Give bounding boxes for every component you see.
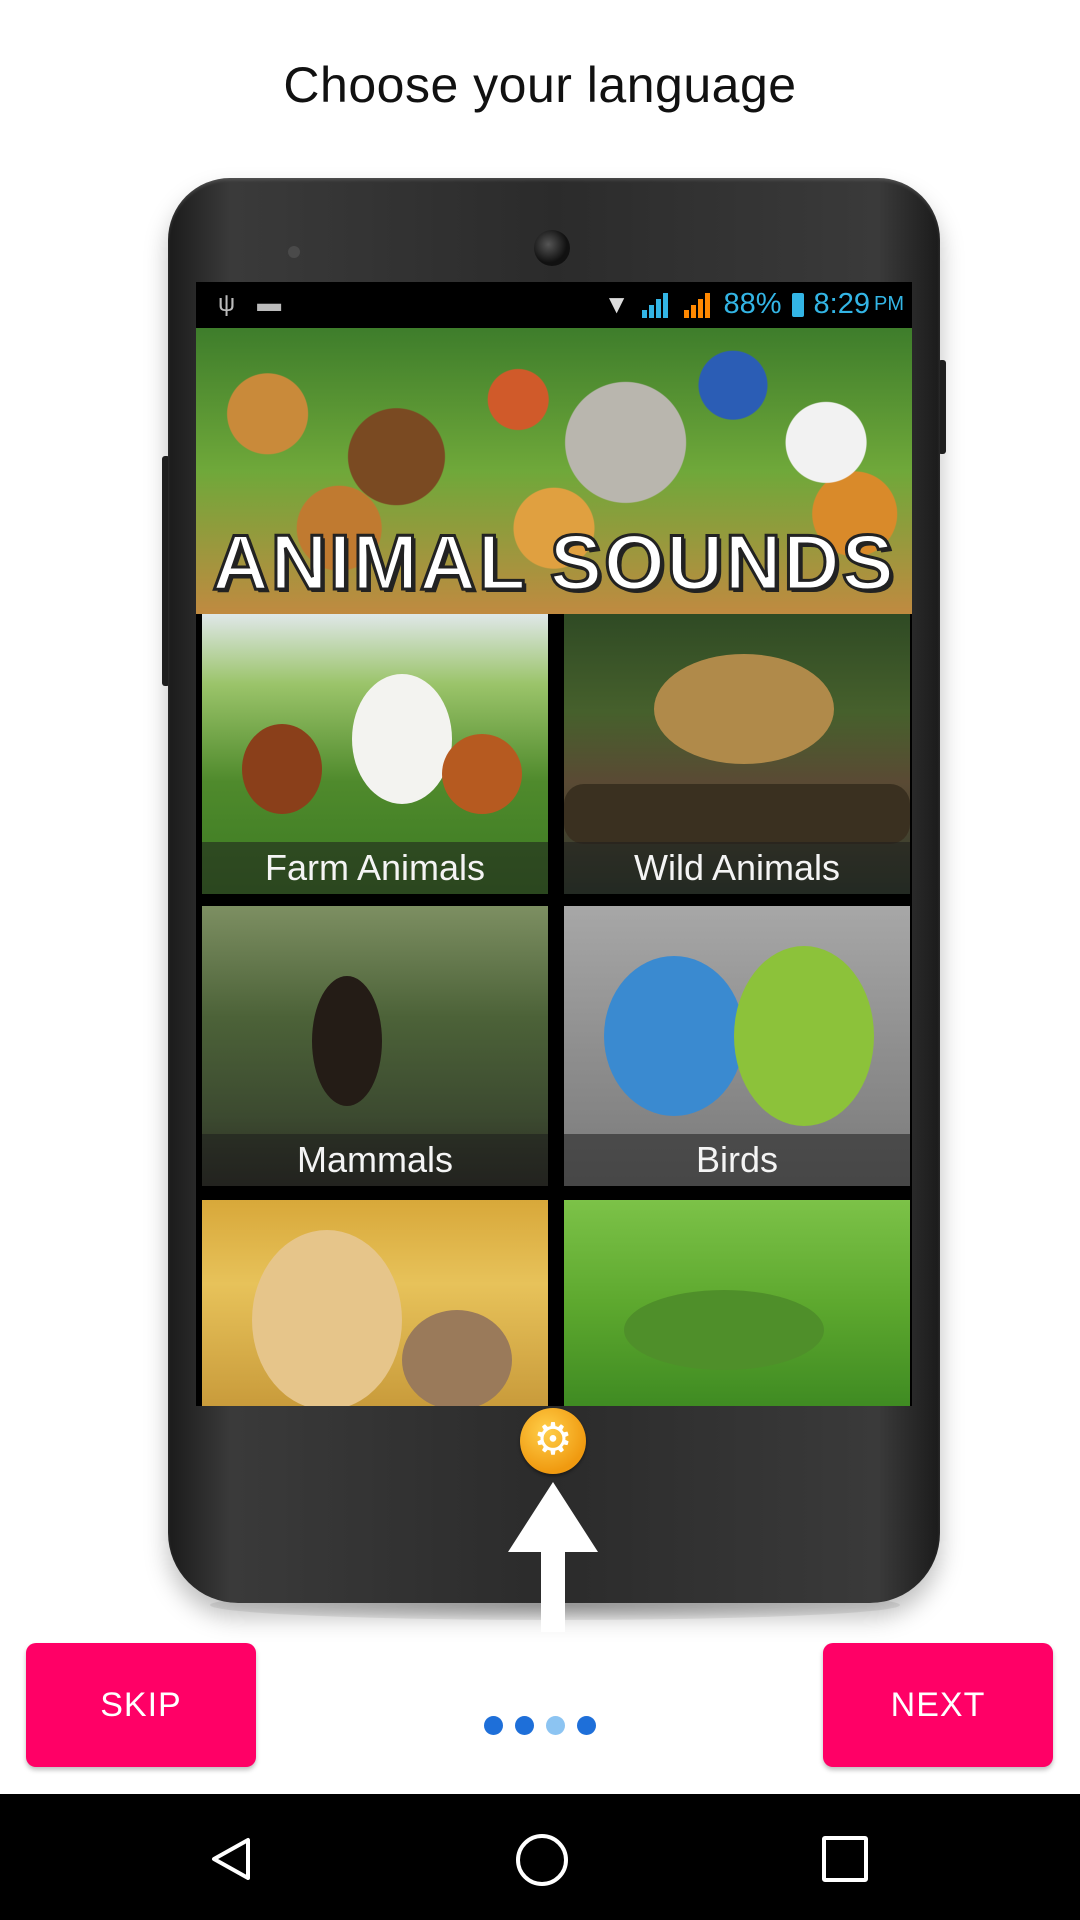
phone-screen: ψ ▬ ▼ 88% 8:29 PM ANIMAL SOUNDS Farm Ani… — [196, 282, 912, 1406]
recents-icon[interactable] — [822, 1836, 868, 1882]
battery-percent: 88% — [723, 288, 782, 320]
arrow-up-icon — [508, 1482, 598, 1632]
tile-wild-animals: Wild Animals — [564, 614, 910, 894]
tile-insects — [564, 1200, 910, 1406]
status-bar: ψ ▬ ▼ 88% 8:29 PM — [196, 282, 912, 328]
gear-icon: ⚙ — [520, 1408, 586, 1474]
home-icon[interactable] — [516, 1834, 568, 1886]
signal-icon — [640, 292, 672, 318]
page-dot — [577, 1716, 596, 1735]
tile-mammals: Mammals — [202, 906, 548, 1186]
phone-sensor — [288, 246, 300, 258]
tile-label: Wild Animals — [564, 842, 910, 894]
page-indicator — [484, 1716, 596, 1735]
tile-label: Mammals — [202, 1134, 548, 1186]
wifi-icon: ▼ — [603, 289, 630, 319]
tile-label: Farm Animals — [202, 842, 548, 894]
next-button[interactable]: NEXT — [823, 1643, 1053, 1767]
page-dot-active — [546, 1716, 565, 1735]
signal-icon-2 — [682, 292, 714, 318]
phone-earpiece — [534, 230, 570, 266]
clock-ampm: PM — [874, 293, 904, 315]
clock: 8:29 — [813, 288, 870, 320]
tile-pets — [202, 1200, 548, 1406]
page-dot — [515, 1716, 534, 1735]
page-title: Choose your language — [283, 57, 797, 113]
banner-title: ANIMAL SOUNDS — [211, 517, 896, 608]
page-dot — [484, 1716, 503, 1735]
battery-icon — [791, 292, 804, 317]
tile-label: Birds — [564, 1134, 910, 1186]
back-icon[interactable] — [208, 1836, 254, 1882]
skip-button[interactable]: SKIP — [26, 1643, 256, 1767]
tile-birds: Birds — [564, 906, 910, 1186]
tile-farm-animals: Farm Animals — [202, 614, 548, 894]
android-icon: ▬ — [257, 290, 282, 317]
system-nav-bar — [0, 1794, 1080, 1920]
usb-icon: ψ — [218, 290, 236, 317]
animal-sounds-banner: ANIMAL SOUNDS — [196, 328, 912, 614]
